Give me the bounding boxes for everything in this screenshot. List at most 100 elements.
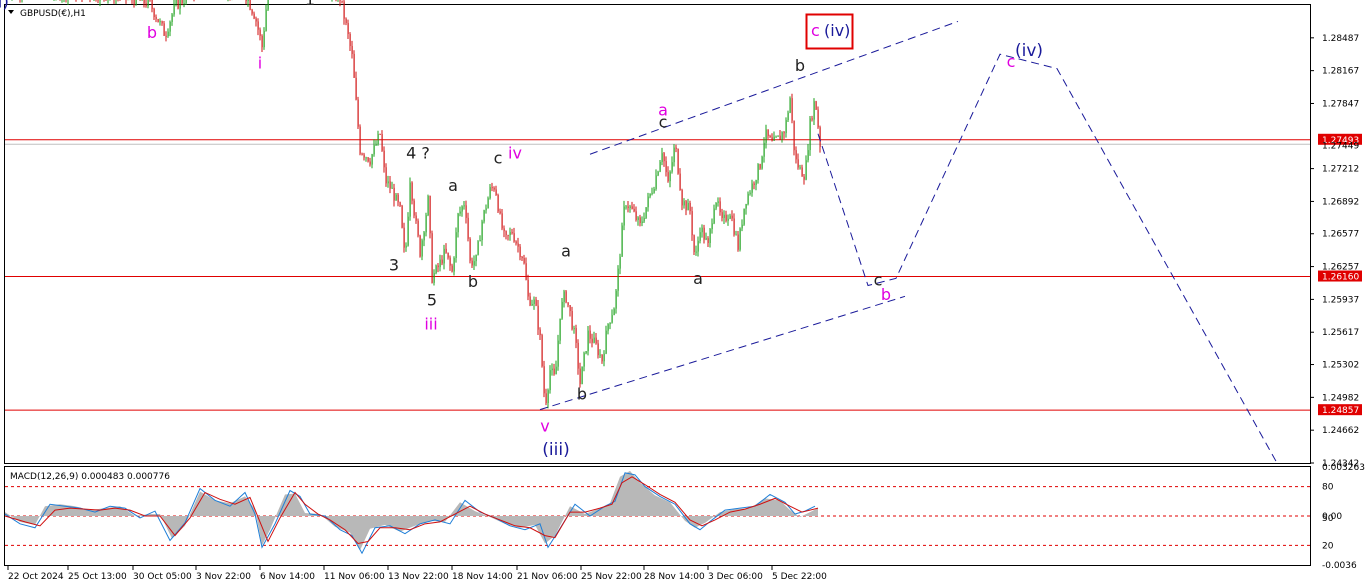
candle-body: [587, 330, 589, 352]
candle-body: [627, 206, 629, 208]
candle-body: [811, 118, 813, 120]
candle-body: [693, 235, 695, 253]
time-tick-label: 3 Dec 06:00: [708, 572, 763, 582]
candle-body: [385, 167, 387, 184]
candle-body: [637, 217, 639, 220]
candle-body: [623, 206, 625, 226]
candle-body: [259, 29, 261, 36]
candle-body: [361, 153, 363, 155]
wave-label: (iii): [542, 440, 569, 460]
candle-body: [185, 0, 187, 4]
candle-body: [709, 229, 711, 244]
candle-body: [777, 135, 779, 137]
candle-body: [367, 157, 369, 162]
candle-body: [401, 205, 403, 228]
candle-body: [461, 206, 463, 212]
candle-body: [179, 0, 181, 9]
candle-body: [735, 234, 737, 236]
wave-label: v: [540, 417, 549, 436]
time-tick-label: 6 Nov 14:00: [260, 572, 315, 582]
candle-body: [487, 198, 489, 209]
candle-body: [509, 232, 511, 236]
candle-body: [507, 235, 509, 237]
candle-body: [557, 340, 559, 367]
candle-body: [393, 187, 395, 201]
candle-body: [161, 21, 163, 24]
candle-body: [711, 223, 713, 230]
candle-body: [265, 9, 267, 31]
candle-body: [405, 245, 407, 248]
candle-body: [399, 202, 401, 206]
candle-body: [787, 112, 789, 121]
time-tick-label: 22 Oct 2024: [8, 572, 64, 582]
candle-body: [559, 318, 561, 341]
time-tick-label: 30 Oct 05:00: [133, 572, 192, 582]
candle-body: [403, 227, 405, 248]
price-tick-label: 1.24982: [1322, 393, 1359, 403]
boxed-label-prefix: c: [811, 21, 820, 40]
candle-body: [635, 211, 637, 220]
candle-body: [383, 150, 385, 168]
candle-body: [643, 217, 645, 222]
candle-body: [521, 256, 523, 259]
candle-body: [151, 0, 153, 9]
candle-body: [445, 248, 447, 253]
candle-body: [733, 218, 735, 235]
candle-body: [381, 134, 383, 151]
candle-body: [661, 153, 663, 162]
time-tick-label: 28 Nov 14:00: [644, 572, 705, 582]
candle-body: [669, 171, 671, 182]
candle-body: [645, 207, 647, 218]
candle-body: [519, 246, 521, 257]
candle-body: [517, 243, 519, 247]
candle-body: [741, 224, 743, 229]
price-tick-label: 1.27847: [1322, 99, 1359, 109]
candle-body: [349, 33, 351, 46]
candle-body: [495, 189, 497, 195]
candle-body: [775, 136, 777, 138]
candle-body: [619, 256, 621, 269]
candle-body: [511, 232, 513, 234]
candle-body: [371, 154, 373, 165]
candle-body: [419, 235, 421, 257]
candle-body: [679, 173, 681, 191]
candle-body: [395, 194, 397, 201]
candle-body: [505, 231, 507, 236]
candle-body: [481, 221, 483, 241]
candle-body: [443, 248, 445, 264]
candle-body: [609, 322, 611, 325]
candle-body: [531, 303, 533, 306]
candle-body: [533, 299, 535, 304]
candle-body: [809, 118, 811, 151]
candle-body: [359, 126, 361, 154]
candle-body: [703, 227, 705, 240]
wave-label: 1: [305, 0, 315, 9]
price-chart[interactable]: GBPUSD(€),H1 1.28487 1.28167 1.27847 1.2721…: [0, 0, 1366, 588]
candle-body: [549, 370, 551, 391]
price-tick-label: 1.25937: [1322, 295, 1359, 305]
candle-body: [417, 220, 419, 236]
wave-label: (i): [0, 0, 9, 13]
candle-body: [577, 342, 579, 369]
candle-body: [815, 101, 817, 110]
candle-body: [677, 148, 679, 174]
candle-body: [465, 205, 467, 218]
time-tick-label: 13 Nov 22:00: [388, 572, 449, 582]
candle-body: [575, 328, 577, 343]
candle-body: [457, 213, 459, 233]
candle-body: [655, 175, 657, 189]
candle-body: [699, 232, 701, 241]
candle-body: [771, 137, 773, 141]
candle-body: [339, 0, 341, 1]
time-tick-label: 3 Nov 22:00: [196, 572, 251, 582]
wave-label: c: [494, 148, 503, 167]
price-axis: 1.28487 1.28167 1.27847 1.27212 1.26892 1.265…: [1310, 34, 1362, 469]
time-tick-label: 18 Nov 14:00: [452, 572, 513, 582]
candle-body: [551, 368, 553, 371]
time-tick-label: 25 Nov 22:00: [581, 572, 642, 582]
candle-body: [439, 259, 441, 268]
candle-body: [553, 368, 555, 375]
time-tick-label: 11 Nov 06:00: [324, 572, 385, 582]
candle-body: [593, 337, 595, 343]
candle-body: [163, 23, 165, 36]
